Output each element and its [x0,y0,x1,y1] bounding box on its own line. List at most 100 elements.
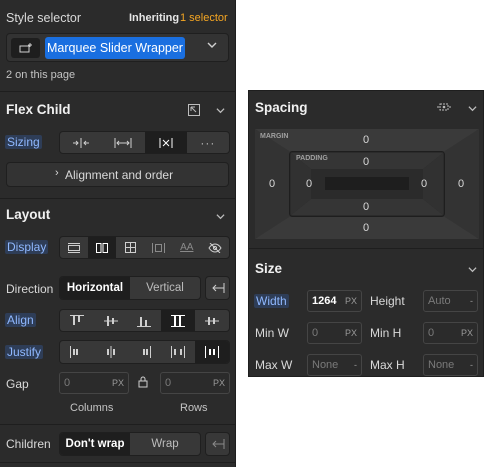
min-height-label: Min H [370,326,402,340]
align-label: Align [5,313,36,327]
align-end-button[interactable] [128,310,162,331]
min-width-value: 0 [312,327,319,339]
children-label: Children [6,437,51,451]
justify-end-button[interactable] [128,341,162,363]
gap-columns-input[interactable]: 0 PX [59,372,129,394]
size-collapse-chevron-icon[interactable] [468,265,477,274]
height-label: Height [370,294,405,308]
flex-child-collapse-chevron-icon[interactable] [216,106,225,115]
height-input[interactable]: Auto - [423,290,478,312]
alignment-and-order-button[interactable]: › Alignment and order [6,162,229,187]
display-none-button[interactable] [201,237,229,258]
selector-chip[interactable]: Marquee Slider Wrapper [45,37,185,59]
layout-collapse-chevron-icon[interactable] [216,212,225,221]
sizing-shrink-button[interactable] [60,132,102,153]
reverse-direction-button[interactable] [205,276,230,300]
direction-label: Direction [6,282,54,296]
spacing-preset-icon[interactable] [437,101,451,113]
margin-bottom-value[interactable]: 0 [363,222,369,234]
inheriting-count-link[interactable]: 1 selector [180,12,228,24]
direction-vertical-button[interactable]: Vertical [130,277,200,299]
max-height-value: None [428,359,455,371]
padding-bottom-value[interactable]: 0 [363,201,369,213]
max-width-value: None [312,359,339,371]
display-flex-button[interactable] [88,237,117,258]
min-height-input[interactable]: 0 PX [423,322,478,344]
flex-child-title: Flex Child [6,102,71,117]
display-inline-button[interactable]: AA [173,237,201,258]
max-height-unit[interactable]: - [470,360,473,370]
display-block-button[interactable] [60,237,88,258]
sizing-more-button[interactable]: ··· [187,132,229,153]
min-width-label: Min W [255,326,289,340]
justify-center-button[interactable] [94,341,128,363]
justify-start-button[interactable] [60,341,94,363]
spacing-size-panel: Spacing MARGIN PADDING 0 0 0 0 0 0 0 0 S… [248,90,484,377]
align-baseline-button[interactable] [195,310,229,331]
sizing-none-button[interactable] [144,132,187,153]
children-wrap-button[interactable]: Wrap [130,433,200,455]
margin-caption: MARGIN [260,133,289,140]
children-wrap-segmented-control: Don't wrap Wrap [59,432,201,456]
padding-top-value[interactable]: 0 [363,156,369,168]
class-type-icon[interactable] [11,38,40,58]
max-width-label: Max W [255,358,293,372]
width-label: Width [254,294,289,308]
display-grid-button[interactable] [116,237,144,258]
inheriting-label: Inheriting [129,12,180,24]
min-width-unit[interactable]: PX [345,328,357,338]
height-unit[interactable]: - [470,296,473,306]
margin-right-value[interactable]: 0 [458,178,464,190]
reverse-wrap-button[interactable] [205,432,230,456]
max-height-label: Max H [370,358,405,372]
padding-left-value[interactable]: 0 [306,178,312,190]
gap-rows-input[interactable]: 0 PX [160,372,230,394]
max-width-input[interactable]: None - [307,354,362,376]
padding-caption: PADDING [296,155,328,162]
align-start-button[interactable] [60,310,94,331]
gap-columns-value: 0 [64,377,71,389]
columns-caption: Columns [70,402,114,414]
justify-segmented-control [59,340,230,364]
spacing-title: Spacing [255,100,308,115]
display-label: Display [5,240,49,254]
align-segmented-control [59,309,230,332]
spacing-collapse-chevron-icon[interactable] [468,104,477,113]
direction-horizontal-button[interactable]: Horizontal [60,277,130,299]
gap-rows-value: 0 [165,377,172,389]
sizing-grow-button[interactable] [102,132,144,153]
style-panel: Style selector Inheriting 1 selector Mar… [0,0,236,467]
display-inline-block-button[interactable] [145,237,173,258]
sizing-segmented-control: ··· [59,131,230,154]
lock-icon[interactable] [138,376,148,388]
inline-aa-icon: AA [180,242,194,253]
padding-right-value[interactable]: 0 [421,178,427,190]
width-input[interactable]: 1264 PX [307,290,362,312]
gap-columns-unit[interactable]: PX [112,378,124,388]
chevron-right-icon: › [55,167,59,179]
selector-field[interactable]: Marquee Slider Wrapper [6,33,229,62]
justify-space-around-button[interactable] [195,341,229,363]
style-selector-label: Style selector [6,11,82,25]
children-dont-wrap-button[interactable]: Don't wrap [60,433,130,455]
margin-top-value[interactable]: 0 [363,134,369,146]
margin-box: MARGIN PADDING 0 0 0 0 0 0 0 0 [255,129,479,239]
selector-chevron-down-icon[interactable] [207,40,217,50]
min-height-unit[interactable]: PX [461,328,473,338]
margin-left-value[interactable]: 0 [269,178,275,190]
min-height-value: 0 [428,327,435,339]
align-stretch-button[interactable] [161,310,196,331]
height-value: Auto [428,295,451,307]
size-title: Size [255,261,283,276]
max-width-unit[interactable]: - [354,360,357,370]
align-center-button[interactable] [94,310,128,331]
gap-rows-unit[interactable]: PX [213,378,225,388]
go-to-parent-icon[interactable] [188,104,200,116]
direction-segmented-control: Horizontal Vertical [59,276,201,300]
min-width-input[interactable]: 0 PX [307,322,362,344]
display-segmented-control: AA [59,236,230,259]
rows-caption: Rows [180,402,208,414]
width-unit[interactable]: PX [345,296,357,306]
max-height-input[interactable]: None - [423,354,478,376]
justify-space-between-button[interactable] [161,341,195,363]
